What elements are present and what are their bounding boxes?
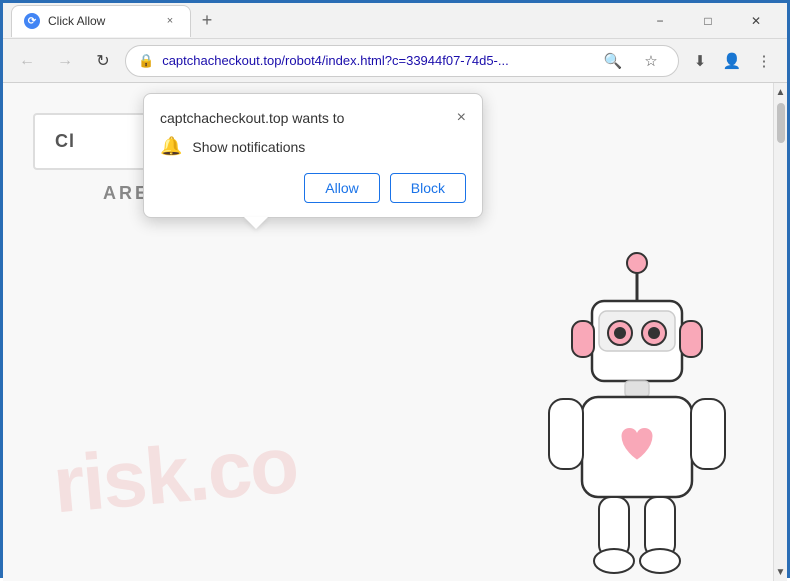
tab-strip: ⟳ Click Allow × +: [11, 3, 633, 38]
tab-label: Click Allow: [48, 14, 105, 28]
lock-icon: 🔒: [138, 53, 154, 69]
new-tab-button[interactable]: +: [193, 7, 221, 35]
watermark-text: risk.co: [49, 419, 300, 532]
refresh-button[interactable]: ↻: [87, 45, 119, 77]
download-icon[interactable]: ⬇: [685, 46, 715, 76]
address-bar[interactable]: 🔒 captchacheckout.top/robot4/index.html?…: [125, 45, 679, 77]
block-button[interactable]: Block: [390, 173, 466, 203]
toolbar: ← → ↻ 🔒 captchacheckout.top/robot4/index…: [3, 39, 787, 83]
content-area: risk.co Cl ARE NOT A ROBOT.: [3, 83, 787, 581]
scrollbar[interactable]: ▲ ▼: [773, 83, 787, 581]
scroll-down-button[interactable]: ▼: [774, 565, 788, 579]
title-bar: ⟳ Click Allow × + − □ ✕: [3, 3, 787, 39]
page-background: risk.co Cl ARE NOT A ROBOT.: [3, 83, 787, 581]
popup-title: captchacheckout.top wants to: [160, 110, 344, 126]
forward-button[interactable]: →: [49, 45, 81, 77]
scrollbar-thumb[interactable]: [777, 103, 785, 143]
robot-illustration: [527, 241, 747, 581]
menu-icon[interactable]: ⋮: [749, 46, 779, 76]
popup-close-button[interactable]: ×: [457, 110, 466, 126]
bookmark-icon[interactable]: ☆: [636, 46, 666, 76]
close-button[interactable]: ✕: [733, 3, 779, 39]
popup-header: captchacheckout.top wants to ×: [160, 110, 466, 126]
scroll-up-button[interactable]: ▲: [774, 85, 788, 99]
notification-popup: captchacheckout.top wants to × 🔔 Show no…: [143, 93, 483, 218]
profile-icon[interactable]: 👤: [717, 46, 747, 76]
maximize-button[interactable]: □: [685, 3, 731, 39]
active-tab[interactable]: ⟳ Click Allow ×: [11, 5, 191, 37]
popup-actions: Allow Block: [160, 173, 466, 203]
tab-close-button[interactable]: ×: [162, 13, 178, 29]
window-controls: − □ ✕: [637, 3, 779, 39]
allow-button[interactable]: Allow: [304, 173, 379, 203]
tab-favicon: ⟳: [24, 13, 40, 29]
search-icon[interactable]: 🔍: [598, 46, 628, 76]
toolbar-actions: ⬇ 👤 ⋮: [685, 46, 779, 76]
notification-row: 🔔 Show notifications: [160, 136, 466, 157]
back-button[interactable]: ←: [11, 45, 43, 77]
minimize-button[interactable]: −: [637, 3, 683, 39]
url-text: captchacheckout.top/robot4/index.html?c=…: [162, 53, 590, 68]
popup-tail: [244, 217, 268, 229]
notification-label: Show notifications: [192, 139, 305, 155]
bell-icon: 🔔: [160, 136, 182, 157]
